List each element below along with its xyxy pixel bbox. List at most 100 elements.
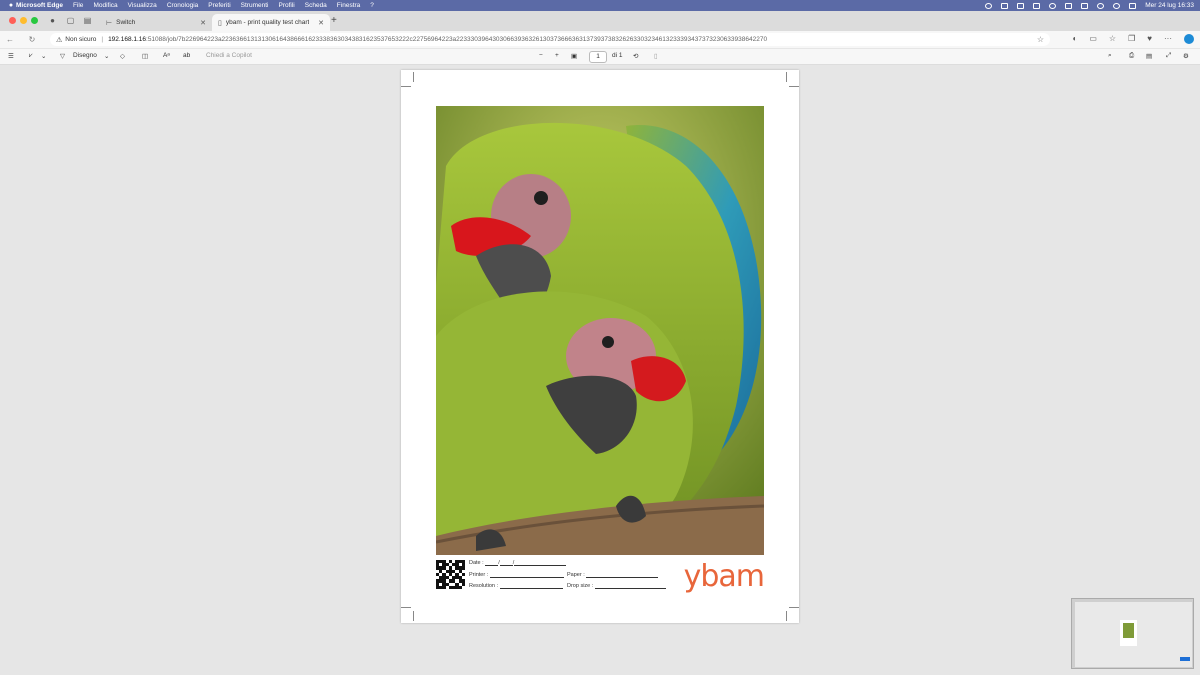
contents-icon[interactable]: ☰ [8,52,14,60]
date-year-line [514,561,567,566]
menu-cronologia[interactable]: Cronologia [167,2,198,9]
extension-icon[interactable]: ◐ [1073,34,1078,44]
fullscreen-icon[interactable]: ⤢ [1166,52,1171,60]
chevron-down-icon[interactable]: ⌄ [41,52,46,60]
crop-mark [401,86,411,87]
menu-finestra[interactable]: Finestra [337,2,360,9]
translate-icon[interactable]: ab [183,52,190,59]
status-icon[interactable] [1065,2,1073,9]
tab-print-chart[interactable]: ▯ ybam - print quality test chart ✕ [212,14,330,31]
resolution-label: Resolution : [469,583,499,589]
pdf-toolbar: ☰ ⩗ ⌄ ▽ Disegno ⌄ ◇ ◫ Aᵃ ab Chiedi a Cop… [0,49,1200,65]
zoom-window-button[interactable] [31,17,38,24]
date-field: Date : / / [469,560,567,566]
macos-menubar: ● Microsoft Edge File Modifica Visualizz… [0,0,1200,11]
collections-icon[interactable]: ❐ [1128,34,1135,44]
crop-mark [413,611,414,621]
window-preview-thumbnail[interactable] [1071,598,1194,669]
menu-help[interactable]: ? [370,2,374,9]
battery-icon[interactable] [1081,2,1089,9]
read-aloud-icon[interactable]: Aᵃ [163,52,170,59]
save-icon[interactable]: ▤ [1146,52,1152,60]
tab-switch[interactable]: ⊢ Switch ✕ [100,14,212,31]
control-center-icon[interactable] [1129,2,1137,9]
menu-app-name[interactable]: Microsoft Edge [16,2,63,9]
status-icon[interactable] [1001,2,1009,9]
print-icon[interactable]: ⎙ [1129,52,1134,60]
close-tab-icon[interactable]: ✕ [200,19,206,27]
menu-preferiti[interactable]: Preferiti [208,2,230,9]
copilot-icon[interactable] [1184,34,1194,44]
url-path: :51088/job/7b226964223a22363661313130616… [146,36,768,43]
address-field[interactable]: ⚠ Non sicuro | 192.168.1.16 :51088/job/7… [50,33,1050,46]
favorites-icon[interactable]: ☆ [1109,34,1116,44]
status-icon[interactable] [1049,2,1057,9]
more-menu-icon[interactable]: ··· [1164,34,1172,44]
tab-label: Switch [116,19,136,26]
close-window-button[interactable] [9,17,16,24]
wifi-icon[interactable] [1097,2,1105,9]
date-day-line [485,561,499,566]
parrots-photo [436,106,764,555]
pdf-viewer-area[interactable]: Date : / / Printer : Paper : Resolution :… [0,66,1200,675]
settings-icon[interactable]: ⚙ [1183,52,1189,60]
qr-code [436,560,465,589]
crop-mark [786,72,787,82]
minimize-window-button[interactable] [20,17,27,24]
new-tab-button[interactable]: + [331,15,337,26]
search-icon[interactable] [1113,2,1121,9]
url-host: 192.168.1.16 [108,36,147,43]
dropsize-field: Drop size : [567,583,666,589]
crop-mark [789,607,799,608]
fit-page-icon[interactable]: ▣ [571,52,577,60]
status-icon[interactable] [985,2,993,9]
crop-mark [401,607,411,608]
draw-icon[interactable]: ▽ [60,52,65,60]
browser-actions: ◐ ▭ ☆ ❐ ♥ ··· [1073,34,1194,44]
window-controls [9,17,38,24]
profile-icon[interactable]: ● [48,16,57,25]
workspaces-icon[interactable]: ▢ [66,16,75,25]
favorite-star-icon[interactable]: ☆ [1037,35,1044,44]
chevron-down-icon[interactable]: ⌄ [104,52,109,60]
back-icon[interactable]: ← [4,35,16,44]
highlight-icon[interactable]: ⩗ [29,52,33,60]
page-number-input[interactable]: 1 [589,51,607,63]
document-favicon-icon: ▯ [218,19,222,27]
close-tab-icon[interactable]: ✕ [318,19,324,27]
test-chart-footer: Date : / / Printer : Paper : Resolution :… [436,558,765,592]
menu-file[interactable]: File [73,2,83,9]
split-screen-icon[interactable]: ▭ [1089,34,1097,44]
status-icon[interactable] [1033,2,1041,9]
divider: | [101,36,104,43]
pdf-page: Date : / / Printer : Paper : Resolution :… [401,70,799,623]
not-secure-icon[interactable]: ⚠ [56,36,62,44]
browser-essentials-icon[interactable]: ♥ [1147,34,1152,44]
status-icon[interactable] [1017,2,1025,9]
rotate-icon[interactable]: ⟲ [633,52,638,60]
menu-visualizza[interactable]: Visualizza [128,2,157,9]
crop-mark [413,72,414,82]
dropsize-line [594,584,666,589]
search-icon[interactable]: ⌕ [1108,52,1112,60]
menu-profili[interactable]: Profili [278,2,294,9]
clock[interactable]: Mer 24 lug 16:33 [1145,2,1194,9]
eraser-icon[interactable]: ◇ [120,52,125,60]
menu-modifica[interactable]: Modifica [93,2,117,9]
paper-line [586,573,659,578]
menu-strumenti[interactable]: Strumenti [241,2,269,9]
zoom-in-button[interactable]: + [555,52,559,59]
two-page-icon[interactable]: ▯ [654,52,658,60]
tab-actions-icon[interactable]: ▤ [83,16,92,25]
draw-button[interactable]: Disegno [73,52,97,59]
apple-menu-icon[interactable]: ● [6,2,16,9]
crop-mark [789,86,799,87]
zoom-out-button[interactable]: − [539,52,543,59]
security-label[interactable]: Non sicuro [65,36,96,43]
page-view-icon[interactable]: ◫ [142,52,148,60]
paper-label: Paper : [567,572,585,578]
copilot-prompt[interactable]: Chiedi a Copilot [206,52,252,59]
reload-icon[interactable]: ↻ [26,35,38,44]
menu-scheda[interactable]: Scheda [305,2,327,9]
resolution-line [499,584,563,589]
